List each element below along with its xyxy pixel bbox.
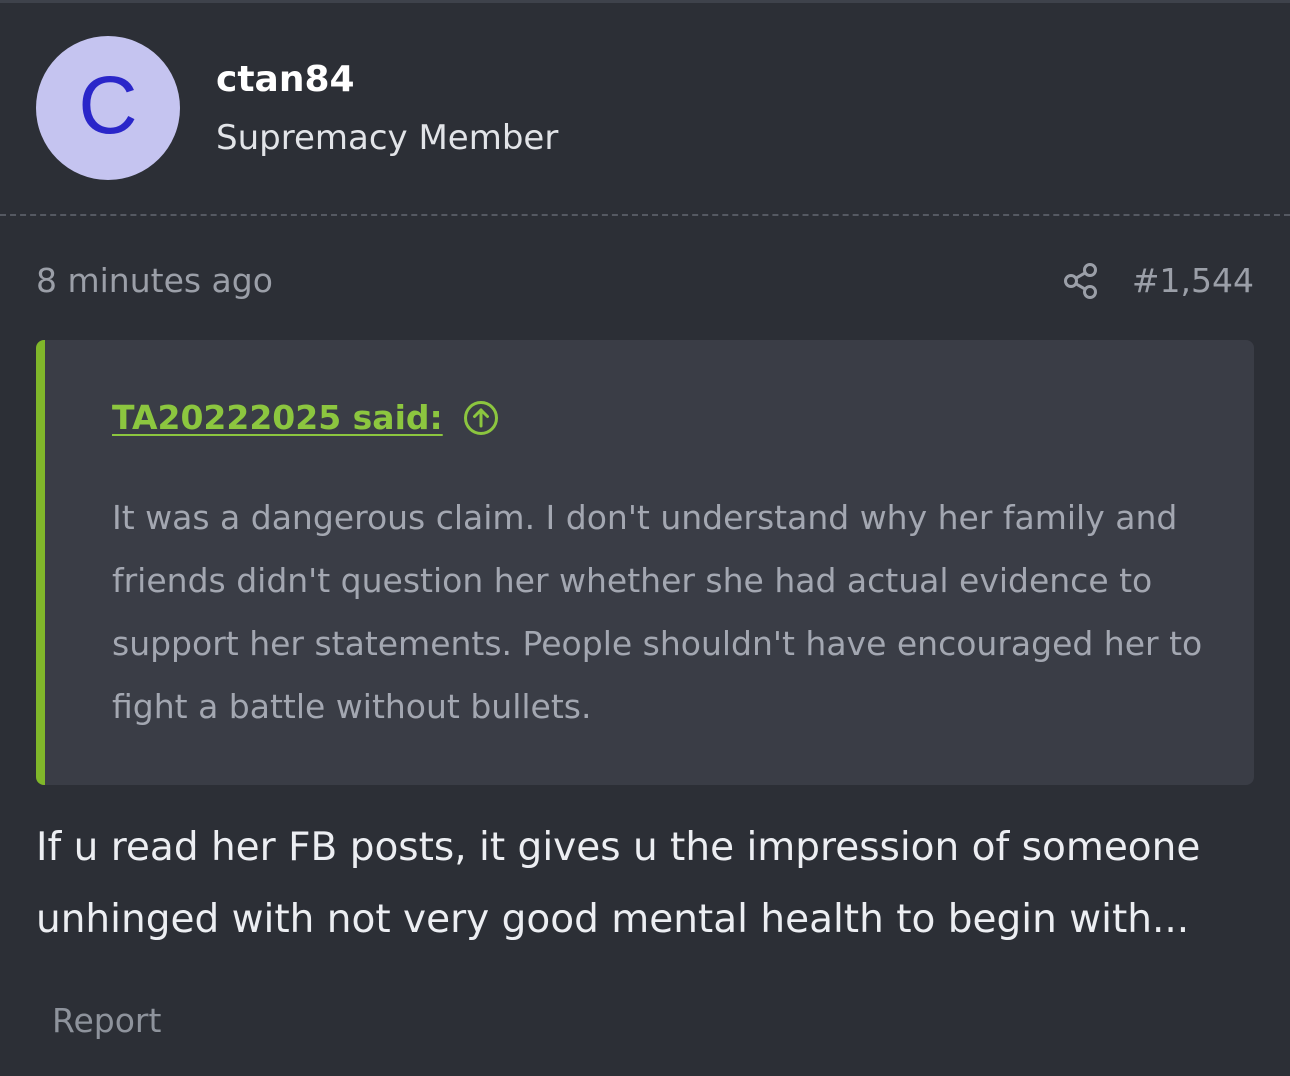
share-icon[interactable] (1062, 262, 1100, 300)
avatar-letter: C (78, 60, 138, 151)
post-meta: 8 minutes ago #1,544 (36, 258, 1254, 304)
quote-body: It was a dangerous claim. I don't unders… (112, 498, 1203, 726)
arrow-up-circle-icon[interactable] (463, 400, 499, 436)
post-body: If u read her FB posts, it gives u the i… (36, 825, 1201, 942)
post-author: C ctan84 Supremacy Member (36, 36, 1254, 180)
user-title: Supremacy Member (216, 118, 559, 158)
forum-post: C ctan84 Supremacy Member 8 minutes ago … (0, 0, 1290, 1076)
quote-block: TA20222025 said: It was a dangerous clai… (36, 340, 1254, 785)
quote-author-link[interactable]: TA20222025 said: (112, 396, 443, 440)
report-link[interactable]: Report (52, 998, 161, 1044)
post-number-link[interactable]: #1,544 (1132, 258, 1254, 304)
dashed-divider (0, 214, 1290, 216)
username-link[interactable]: ctan84 (216, 60, 355, 100)
quote-attribution: TA20222025 said: (112, 396, 499, 440)
post-timestamp[interactable]: 8 minutes ago (36, 258, 273, 304)
avatar[interactable]: C (36, 36, 180, 180)
